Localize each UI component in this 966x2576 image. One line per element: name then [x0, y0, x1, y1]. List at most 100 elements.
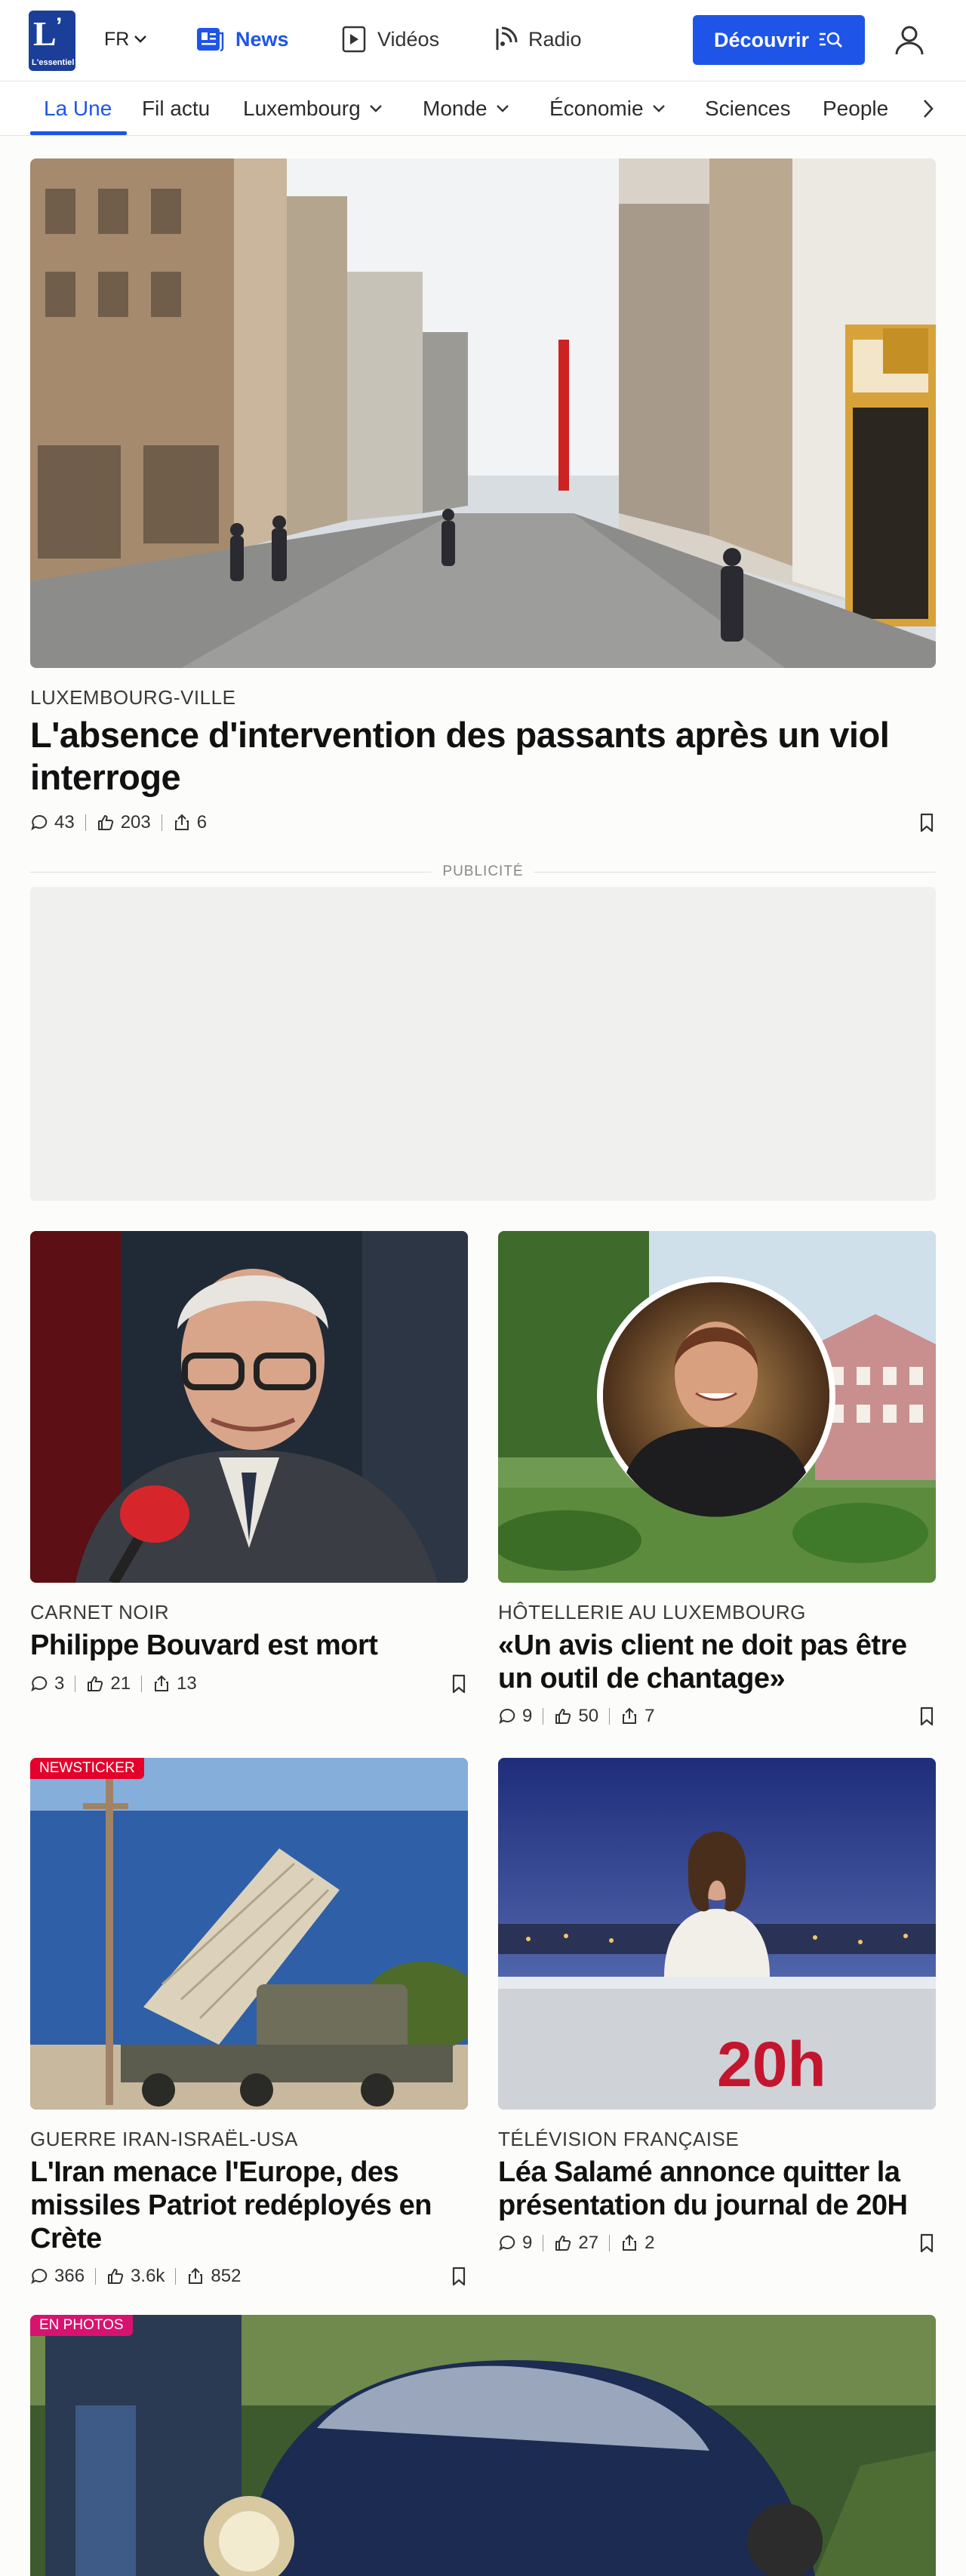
- logo-wordmark: L'essentiel: [32, 58, 75, 67]
- hero-title[interactable]: L'absence d'intervention des passants ap…: [30, 714, 936, 799]
- hero-kicker: LUXEMBOURG-VILLE: [30, 686, 236, 709]
- share-icon: [174, 814, 189, 830]
- nav-radio[interactable]: Radio: [494, 23, 582, 56]
- bookmark-icon: [452, 1674, 466, 1694]
- nav-radio-label: Radio: [528, 27, 582, 51]
- comment-icon: [31, 2268, 48, 2285]
- article-image-hotellerie[interactable]: [498, 1231, 936, 1583]
- chevron-down-icon: [369, 105, 382, 112]
- article-meta: 366 3.6k 852: [30, 2264, 241, 2288]
- share-count[interactable]: 852: [186, 2266, 241, 2287]
- ad-label: PUBLICITÉ: [30, 861, 937, 882]
- chevron-down-icon: [134, 35, 147, 43]
- search-list-icon: [820, 32, 843, 48]
- thumbs-up-icon: [108, 2269, 124, 2284]
- newsticker-badge: NEWSTICKER: [30, 1758, 144, 1779]
- chevron-down-icon: [652, 105, 665, 112]
- hero-bookmark-button[interactable]: [916, 811, 937, 835]
- news-icon: [197, 28, 224, 52]
- chevron-right-icon: [924, 100, 934, 118]
- share-count[interactable]: 7: [620, 1706, 654, 1727]
- comment-icon: [499, 2235, 515, 2251]
- tab-la-une[interactable]: La Une: [44, 82, 112, 136]
- comment-count[interactable]: 3: [30, 1673, 64, 1694]
- article-image-iran[interactable]: NEWSTICKER: [30, 1758, 468, 2110]
- article-title[interactable]: «Un avis client ne doit pas être un outi…: [498, 1629, 936, 1695]
- radio-icon: [496, 26, 518, 50]
- nav-news-label: News: [235, 27, 289, 51]
- article-title[interactable]: Philippe Bouvard est mort: [30, 1629, 468, 1662]
- thumbs-up-icon: [97, 815, 113, 830]
- like-count[interactable]: 3.6k: [106, 2266, 165, 2287]
- nav-news[interactable]: News: [195, 23, 289, 56]
- comment-count[interactable]: 9: [498, 1706, 532, 1727]
- comment-count[interactable]: 43: [30, 812, 75, 833]
- bookmark-icon: [920, 1707, 934, 1726]
- thumbs-up-icon: [88, 1676, 103, 1691]
- comment-icon: [499, 1708, 515, 1725]
- thumbs-up-icon: [555, 1709, 571, 1724]
- article-bookmark-button[interactable]: [916, 1704, 937, 1728]
- image-caption-20h: 20h: [717, 2029, 826, 2100]
- site-logo[interactable]: L ’ L'essentiel: [29, 11, 75, 71]
- article-meta: 3 21 13: [30, 1672, 197, 1696]
- logo-letter: L: [33, 14, 57, 53]
- article-image-salame[interactable]: 20h: [498, 1758, 936, 2110]
- hero-meta: 43 203 6: [30, 811, 207, 835]
- like-count[interactable]: 203: [97, 812, 151, 833]
- share-count[interactable]: 13: [152, 1673, 197, 1694]
- like-count[interactable]: 27: [554, 2233, 598, 2254]
- like-count[interactable]: 50: [554, 1706, 598, 1727]
- share-count[interactable]: 6: [173, 812, 207, 833]
- article-meta: 9 50 7: [498, 1704, 654, 1728]
- article-meta: 9 27 2: [498, 2231, 654, 2255]
- discover-button[interactable]: Découvrir: [693, 15, 865, 65]
- article-kicker: HÔTELLERIE AU LUXEMBOURG: [498, 1601, 806, 1623]
- comment-icon: [31, 1676, 48, 1692]
- language-selector[interactable]: FR: [104, 26, 147, 53]
- share-icon: [189, 2267, 203, 2284]
- active-tab-indicator: [30, 131, 127, 135]
- like-count[interactable]: 21: [86, 1673, 131, 1694]
- top-bar: L ’ L'essentiel FR News Vidéos Radio Déc…: [0, 0, 966, 82]
- bookmark-icon: [452, 2267, 466, 2286]
- article-kicker: TÉLÉVISION FRANÇAISE: [498, 2128, 740, 2150]
- tab-luxembourg[interactable]: Luxembourg: [243, 82, 383, 136]
- article-title[interactable]: L'Iran menace l'Europe, des missiles Pat…: [30, 2156, 468, 2255]
- share-icon: [623, 2234, 637, 2251]
- language-label: FR: [104, 28, 130, 50]
- share-icon: [623, 1707, 637, 1724]
- ad-slot[interactable]: [30, 887, 936, 1201]
- en-photos-badge: EN PHOTOS: [30, 2315, 133, 2336]
- tab-sciences[interactable]: Sciences: [705, 82, 791, 136]
- share-count[interactable]: 2: [620, 2233, 654, 2254]
- discover-label: Découvrir: [713, 28, 810, 51]
- comment-count[interactable]: 366: [30, 2266, 85, 2287]
- article-bookmark-button[interactable]: [448, 1672, 469, 1696]
- hero-image[interactable]: [30, 158, 936, 668]
- article-bookmark-button[interactable]: [448, 2264, 469, 2288]
- share-icon: [155, 1675, 169, 1691]
- account-button[interactable]: [891, 21, 928, 59]
- article-bookmark-button[interactable]: [916, 2231, 937, 2255]
- nav-videos-label: Vidéos: [377, 27, 440, 51]
- bookmark-icon: [920, 813, 934, 833]
- tab-people[interactable]: People: [823, 82, 888, 136]
- user-icon: [895, 26, 924, 55]
- tab-economie[interactable]: Économie: [549, 82, 666, 136]
- category-bar: La Une Fil actu Luxembourg Monde Économi…: [0, 82, 966, 136]
- video-play-icon: [342, 26, 366, 53]
- article-image-en-photos[interactable]: EN PHOTOS: [30, 2315, 936, 2576]
- article-kicker: GUERRE IRAN-ISRAËL-USA: [30, 2128, 298, 2150]
- article-title[interactable]: Léa Salamé annonce quitter la présentati…: [498, 2156, 936, 2222]
- thumbs-up-icon: [555, 2236, 571, 2251]
- category-scroll-right[interactable]: [906, 92, 951, 125]
- comment-count[interactable]: 9: [498, 2233, 532, 2254]
- comment-icon: [31, 814, 48, 831]
- bookmark-icon: [920, 2233, 934, 2253]
- article-image-bouvard[interactable]: [30, 1231, 468, 1583]
- tab-fil-actu[interactable]: Fil actu: [142, 82, 210, 136]
- tab-monde[interactable]: Monde: [423, 82, 510, 136]
- article-kicker: CARNET NOIR: [30, 1601, 170, 1623]
- nav-videos[interactable]: Vidéos: [341, 23, 439, 56]
